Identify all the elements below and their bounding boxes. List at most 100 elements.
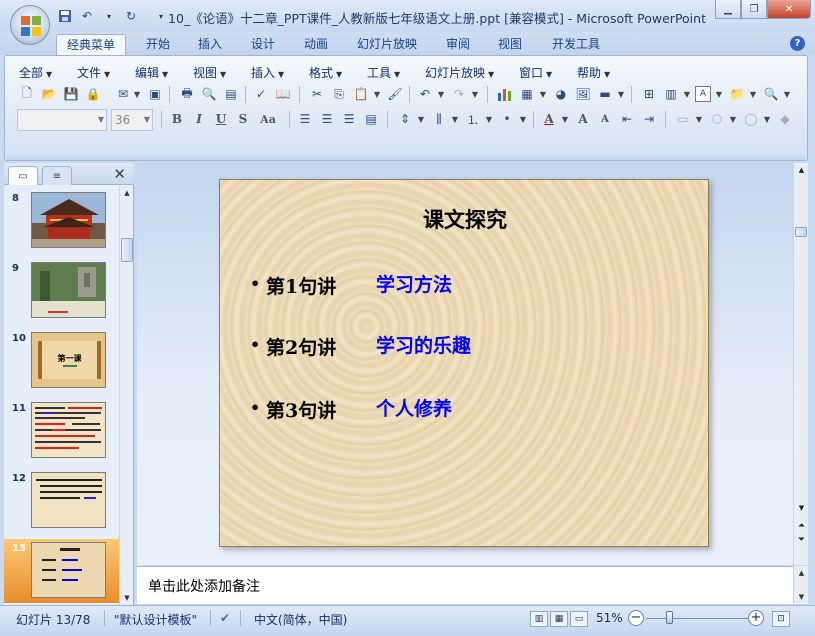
- chevron-down-icon[interactable]: ▼: [449, 109, 461, 129]
- font-name-box[interactable]: ▼: [17, 109, 107, 131]
- menu-all[interactable]: 全部 ▼: [19, 64, 52, 81]
- zoom-in-icon[interactable]: +: [748, 610, 764, 626]
- slide-layout-icon[interactable]: ▥: [661, 84, 681, 104]
- menu-insert[interactable]: 插入 ▼: [251, 64, 284, 81]
- editor-scrollbar[interactable]: ▲ ▼ ⏶ ⏷: [793, 163, 808, 565]
- slide-thumb-12[interactable]: 12: [4, 469, 119, 533]
- folder-icon[interactable]: 📁: [727, 84, 747, 104]
- decrease-indent-icon[interactable]: ⇤: [617, 109, 637, 129]
- spell-check-icon[interactable]: ✔: [220, 611, 230, 625]
- restore-button[interactable]: ❐: [741, 0, 767, 19]
- tab-developer[interactable]: 开发工具: [546, 34, 606, 55]
- scroll-up-icon[interactable]: ▲: [794, 163, 809, 177]
- increase-font-icon[interactable]: A: [573, 109, 593, 129]
- menu-view[interactable]: 视图 ▼: [193, 64, 226, 81]
- shapes-icon[interactable]: ⬡: [707, 109, 727, 129]
- office-button[interactable]: [10, 5, 50, 45]
- align-center-icon[interactable]: ☰: [317, 109, 337, 129]
- slide-thumb-10[interactable]: 10 第一课: [4, 329, 119, 393]
- previous-slide-icon[interactable]: ⏶: [794, 519, 809, 533]
- chart-icon[interactable]: [495, 84, 515, 104]
- color-grayscale-icon[interactable]: ▬: [595, 84, 615, 104]
- notes-placeholder[interactable]: 单击此处添加备注: [148, 576, 260, 596]
- table-icon[interactable]: ▦: [517, 84, 537, 104]
- fill-color-icon[interactable]: ◆: [775, 109, 795, 129]
- font-size-box[interactable]: 36 ▼: [111, 109, 153, 131]
- undo-icon[interactable]: ↶: [415, 84, 435, 104]
- layout-icon[interactable]: ▤: [221, 84, 241, 104]
- zoom-icon[interactable]: 🔍: [761, 84, 781, 104]
- chevron-down-icon[interactable]: ▼: [693, 109, 705, 129]
- scroll-thumb[interactable]: [121, 238, 133, 262]
- template-name[interactable]: "默认设计模板": [114, 611, 197, 628]
- chevron-down-icon[interactable]: ▼: [371, 84, 383, 104]
- underline-icon[interactable]: U: [211, 109, 231, 129]
- clipart-icon[interactable]: ◕: [551, 84, 571, 104]
- decrease-font-icon[interactable]: A: [595, 109, 615, 129]
- copy-icon[interactable]: ⎘: [329, 84, 349, 104]
- tab-classic-menu[interactable]: 经典菜单: [56, 34, 126, 55]
- help-icon[interactable]: ?: [790, 36, 805, 51]
- chevron-down-icon[interactable]: ▼: [761, 109, 773, 129]
- redo-icon[interactable]: ↷: [449, 84, 469, 104]
- slide-thumb-8[interactable]: 8: [4, 189, 119, 253]
- chevron-down-icon[interactable]: ▼: [559, 109, 571, 129]
- chevron-down-icon[interactable]: ▼: [537, 84, 549, 104]
- chevron-down-icon[interactable]: ▼: [727, 109, 739, 129]
- cut-icon[interactable]: ✂: [307, 84, 327, 104]
- tab-view[interactable]: 视图: [490, 34, 530, 55]
- bold-icon[interactable]: B: [167, 109, 187, 129]
- scroll-down-icon[interactable]: ▼: [794, 501, 809, 515]
- scroll-up-icon[interactable]: ▲: [120, 186, 134, 200]
- tab-insert[interactable]: 插入: [190, 34, 230, 55]
- align-left-icon[interactable]: ☰: [295, 109, 315, 129]
- undo-icon[interactable]: ↶: [78, 7, 96, 25]
- slide-thumb-13[interactable]: 13: [4, 539, 119, 603]
- next-slide-icon[interactable]: ⏷: [794, 533, 809, 547]
- picture-icon[interactable]: 🖼: [573, 84, 593, 104]
- numbering-icon[interactable]: ⒈: [463, 109, 483, 129]
- menu-edit[interactable]: 编辑 ▼: [135, 64, 168, 81]
- chevron-down-icon[interactable]: ▼: [415, 109, 427, 129]
- menu-tools[interactable]: 工具 ▼: [367, 64, 400, 81]
- chevron-down-icon[interactable]: ▼: [615, 84, 627, 104]
- slides-tab[interactable]: ▭: [8, 166, 38, 185]
- undo-dropdown-icon[interactable]: ▾: [100, 7, 118, 25]
- permission-icon[interactable]: 🔒: [83, 84, 103, 104]
- scroll-down-icon[interactable]: ▼: [794, 590, 809, 604]
- chevron-down-icon[interactable]: ▼: [483, 109, 495, 129]
- zoom-level[interactable]: 51%: [596, 611, 623, 625]
- paste-icon[interactable]: 📋: [351, 84, 371, 104]
- redo-icon[interactable]: ↻: [122, 7, 140, 25]
- shadow-icon[interactable]: S: [233, 109, 253, 129]
- tab-design[interactable]: 设计: [243, 34, 283, 55]
- zoom-slider-handle[interactable]: [666, 611, 673, 624]
- language-indicator[interactable]: 中文(简体，中国): [254, 611, 347, 628]
- chevron-down-icon[interactable]: ▼: [131, 84, 143, 104]
- chevron-down-icon[interactable]: ▼: [681, 84, 693, 104]
- tab-home[interactable]: 开始: [138, 34, 178, 55]
- scroll-down-icon[interactable]: ▼: [120, 591, 134, 605]
- arrange-icon[interactable]: ▭: [673, 109, 693, 129]
- tab-animation[interactable]: 动画: [296, 34, 336, 55]
- print-icon[interactable]: 🖶: [177, 84, 197, 104]
- shape-style-icon[interactable]: ◯: [741, 109, 761, 129]
- slide-thumb-9[interactable]: 9: [4, 259, 119, 323]
- zoom-out-icon[interactable]: −: [628, 610, 644, 626]
- menu-format[interactable]: 格式 ▼: [309, 64, 342, 81]
- chevron-down-icon[interactable]: ▼: [469, 84, 481, 104]
- zoom-slider[interactable]: [646, 618, 748, 619]
- chevron-down-icon[interactable]: ▼: [713, 84, 725, 104]
- menu-help[interactable]: 帮助 ▼: [577, 64, 610, 81]
- save-icon[interactable]: [56, 7, 74, 25]
- align-right-icon[interactable]: ☰: [339, 109, 359, 129]
- print-preview-icon[interactable]: ▣: [145, 84, 165, 104]
- current-slide[interactable]: 课文探究 • 第1句讲 学习方法 • 第2句讲 学习的乐趣 • 第3句讲 个人修…: [219, 179, 709, 547]
- mail-icon[interactable]: ✉: [113, 84, 133, 104]
- increase-indent-icon[interactable]: ⇥: [639, 109, 659, 129]
- change-case-icon[interactable]: Aa: [255, 109, 281, 129]
- fit-to-window-icon[interactable]: ⊡: [772, 611, 790, 627]
- tab-slideshow[interactable]: 幻灯片放映: [352, 34, 422, 55]
- scroll-thumb[interactable]: [795, 227, 807, 237]
- bullets-icon[interactable]: •: [497, 109, 517, 129]
